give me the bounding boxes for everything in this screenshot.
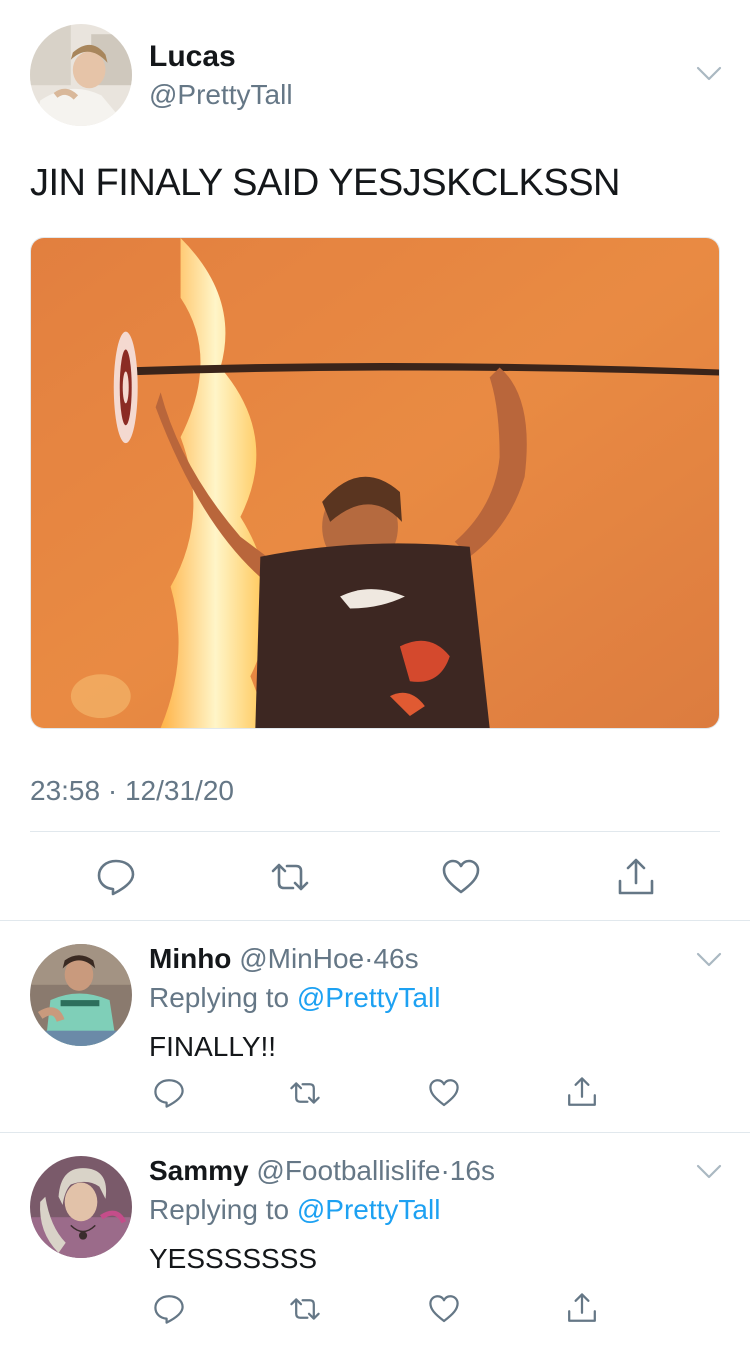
heart-icon[interactable] bbox=[428, 1293, 460, 1325]
retweet-icon[interactable] bbox=[288, 1077, 322, 1109]
tweet-date: 12/31/20 bbox=[124, 775, 234, 806]
reply-author-avatar[interactable] bbox=[30, 944, 132, 1046]
retweet-icon[interactable] bbox=[288, 1293, 322, 1325]
reply-header: Sammy @Footballislife·16s bbox=[149, 1155, 495, 1187]
replying-prefix: Replying to bbox=[149, 982, 290, 1013]
reply-time-ago: 16s bbox=[449, 1155, 495, 1186]
divider bbox=[30, 831, 720, 832]
author-handle[interactable]: @PrettyTall bbox=[149, 79, 293, 111]
tweet-timestamp: 23:58 · 12/31/20 bbox=[30, 775, 234, 807]
reply-action-bar bbox=[0, 1077, 750, 1117]
share-icon[interactable] bbox=[566, 1291, 598, 1325]
timestamp-separator: · bbox=[107, 775, 118, 806]
chevron-down-icon[interactable] bbox=[696, 66, 722, 82]
main-tweet: Lucas @PrettyTall JIN FINALY SAID YESJSK… bbox=[0, 0, 750, 920]
reply-tweet[interactable]: Sammy @Footballislife·16s Replying to @P… bbox=[0, 1133, 750, 1343]
replying-prefix: Replying to bbox=[149, 1194, 290, 1225]
reply-header: Minho @MinHoe·46s bbox=[149, 943, 419, 975]
reply-text: FINALLY!! bbox=[149, 1031, 277, 1062]
tweet-media-image[interactable] bbox=[30, 237, 720, 729]
reply-author-avatar[interactable] bbox=[30, 1156, 132, 1258]
replying-to: Replying to @PrettyTall bbox=[149, 1194, 440, 1226]
chevron-down-icon[interactable] bbox=[696, 1164, 722, 1180]
reply-icon[interactable] bbox=[153, 1293, 185, 1325]
reply-tweet[interactable]: Minho @MinHoe·46s Replying to @PrettyTal… bbox=[0, 921, 750, 1131]
replying-to: Replying to @PrettyTall bbox=[149, 982, 440, 1014]
reply-author-name[interactable]: Minho bbox=[149, 943, 231, 974]
chevron-down-icon[interactable] bbox=[696, 952, 722, 968]
reply-author-name[interactable]: Sammy bbox=[149, 1155, 249, 1186]
heart-icon[interactable] bbox=[441, 857, 481, 897]
reply-author-handle[interactable]: @Footballislife bbox=[256, 1155, 440, 1186]
reply-text: YESSSSSSS bbox=[149, 1243, 318, 1274]
main-action-bar bbox=[0, 857, 750, 897]
tweet-time: 23:58 bbox=[30, 775, 101, 806]
reply-author-handle[interactable]: @MinHoe bbox=[239, 943, 364, 974]
reply-separator: · bbox=[440, 1155, 450, 1186]
retweet-icon[interactable] bbox=[270, 857, 310, 897]
replying-mention-link[interactable]: @PrettyTall bbox=[297, 982, 441, 1013]
reply-icon[interactable] bbox=[96, 857, 136, 897]
replying-mention-link[interactable]: @PrettyTall bbox=[297, 1194, 441, 1225]
tweet-text: JIN FINALY SAID YESJSKCLKSSN bbox=[30, 162, 621, 204]
share-icon[interactable] bbox=[566, 1075, 598, 1109]
author-name[interactable]: Lucas bbox=[149, 40, 236, 74]
reply-icon[interactable] bbox=[153, 1077, 185, 1109]
reply-time-ago: 46s bbox=[373, 943, 419, 974]
reply-action-bar bbox=[0, 1293, 750, 1333]
author-avatar[interactable] bbox=[30, 24, 132, 126]
share-icon[interactable] bbox=[616, 857, 656, 897]
heart-icon[interactable] bbox=[428, 1077, 460, 1109]
